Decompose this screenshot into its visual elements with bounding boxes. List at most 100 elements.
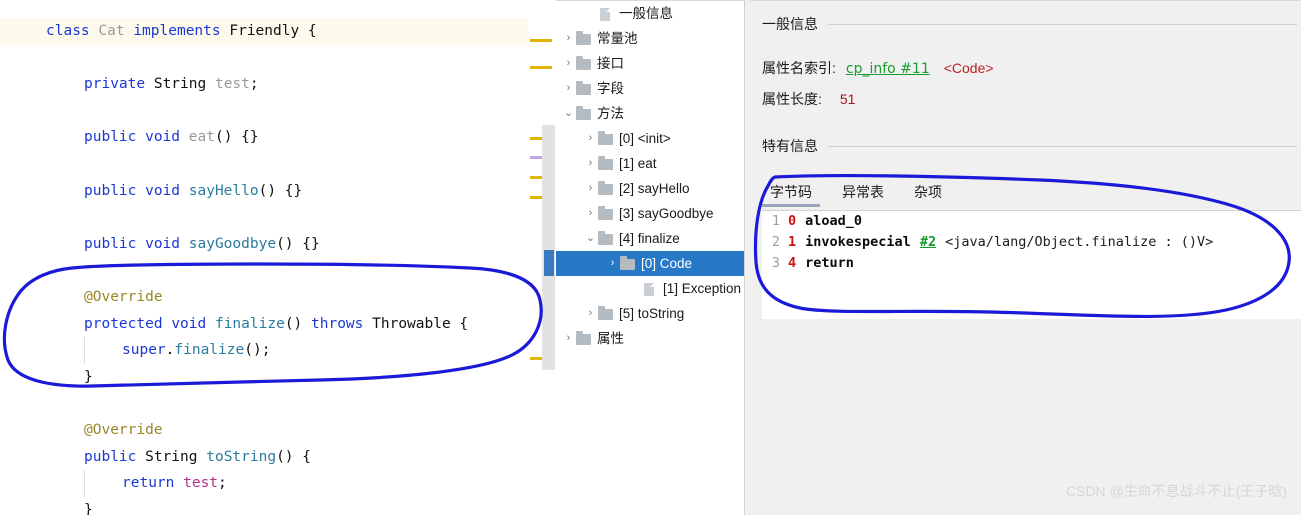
- folder-glyph: [620, 256, 635, 270]
- bytecode-line[interactable]: 1 0 aload_0: [762, 211, 1301, 232]
- chevron-right-icon[interactable]: ›: [584, 151, 597, 176]
- class-structure-tree[interactable]: 一般信息 › 常量池 › 接口 › 字段 ⌄ 方法 › [0] <init> › [1] eat › [2]…: [556, 0, 744, 516]
- chevron-right-icon[interactable]: ›: [562, 326, 575, 351]
- chevron-right-icon[interactable]: ›: [584, 301, 597, 326]
- chevron-right-icon[interactable]: ›: [562, 51, 575, 76]
- gutter-blue-marker[interactable]: [544, 250, 554, 276]
- folder-icon: [575, 331, 593, 346]
- tree-node[interactable]: › 属性: [556, 326, 744, 351]
- code-token: }: [84, 368, 93, 385]
- row-label: 属性长度:: [762, 91, 822, 107]
- tree-node[interactable]: › [3] sayGoodbye: [556, 201, 744, 226]
- code-line[interactable]: [0, 98, 528, 125]
- chevron-right-icon[interactable]: ›: [584, 176, 597, 201]
- bytecode-tab-bar[interactable]: 字节码 异常表 杂项: [762, 179, 1301, 207]
- code-token: (): [284, 315, 312, 332]
- bytecode-line[interactable]: 2 1 invokespecial #2 <java/lang/Object.final…: [762, 232, 1301, 253]
- tree-node[interactable]: ⌄ [4] finalize: [556, 226, 744, 251]
- code-line-text: private String test;: [0, 71, 259, 98]
- chevron-right-icon[interactable]: ›: [562, 26, 575, 51]
- folder-glyph: [598, 156, 613, 170]
- chevron-right-icon[interactable]: ›: [606, 251, 619, 276]
- code-token: @Override: [84, 289, 163, 305]
- editor-marker-strip[interactable]: [528, 0, 557, 515]
- gutter-mark-gold[interactable]: [530, 39, 552, 42]
- code-token: void: [145, 235, 189, 252]
- bytecode-tab[interactable]: 字节码: [762, 182, 820, 207]
- folder-icon: [575, 106, 593, 121]
- constant-pool-ref-link[interactable]: #2: [920, 232, 936, 253]
- tree-node-label: 一般信息: [619, 6, 673, 21]
- folder-glyph: [598, 181, 613, 195]
- indent-guide: [84, 337, 85, 364]
- gutter-mark-gold[interactable]: [530, 66, 552, 69]
- code-line-text: }: [0, 497, 93, 515]
- classfile-viewer-window: class Cat implements Friendly { private S…: [0, 0, 1301, 516]
- code-token: {: [450, 315, 469, 332]
- tree-node[interactable]: 一般信息: [556, 1, 744, 26]
- bytecode-offset: 1: [788, 234, 797, 250]
- folder-icon: [575, 81, 593, 96]
- code-line[interactable]: public void sayHello() {}: [0, 178, 528, 205]
- code-line[interactable]: @Override: [0, 284, 528, 311]
- tree-node[interactable]: › [2] sayHello: [556, 176, 744, 201]
- code-token: ;: [218, 475, 227, 492]
- code-line[interactable]: }: [0, 497, 528, 515]
- chevron-right-icon[interactable]: ›: [584, 126, 597, 151]
- code-line[interactable]: private String test;: [0, 71, 528, 98]
- code-token: sayHello: [188, 182, 259, 199]
- code-line[interactable]: super.finalize();: [0, 337, 528, 364]
- bytecode-line[interactable]: 3 4 return: [762, 253, 1301, 274]
- code-line[interactable]: }: [0, 364, 528, 391]
- tree-node[interactable]: › [0] Code: [556, 251, 744, 276]
- code-line[interactable]: [0, 390, 528, 417]
- code-line[interactable]: public String toString() {: [0, 444, 528, 471]
- section-header-specific-label: 特有信息: [762, 138, 818, 154]
- code-line-text: public void sayGoodbye() {}: [0, 231, 320, 258]
- java-source-editor[interactable]: class Cat implements Friendly { private S…: [0, 0, 528, 515]
- bytecode-listing[interactable]: 1 0 aload_0 2 1 invokespecial #2 <java/lang/Obj…: [762, 210, 1301, 319]
- tree-node[interactable]: › [0] <init>: [556, 126, 744, 151]
- editor-scrollbar-thumb[interactable]: [542, 125, 555, 370]
- code-line[interactable]: @Override: [0, 417, 528, 444]
- code-line-text: public void eat() {}: [0, 124, 259, 151]
- chevron-right-icon[interactable]: ›: [584, 201, 597, 226]
- indent-guide: [84, 470, 85, 497]
- tree-node-label: 常量池: [597, 31, 638, 46]
- folder-icon: [597, 231, 615, 246]
- code-line[interactable]: [0, 204, 528, 231]
- code-line[interactable]: public void sayGoodbye() {}: [0, 231, 528, 258]
- code-token: protected: [84, 315, 172, 332]
- tree-node[interactable]: › 字段: [556, 76, 744, 101]
- code-line[interactable]: return test;: [0, 470, 528, 497]
- code-line[interactable]: protected void finalize() throws Throwab…: [0, 311, 528, 338]
- document-icon: [641, 282, 659, 296]
- tree-node[interactable]: › [1] eat: [556, 151, 744, 176]
- code-token: () {}: [276, 235, 320, 252]
- chevron-down-icon[interactable]: ⌄: [562, 101, 575, 126]
- bytecode-line-number: 3: [771, 255, 780, 271]
- code-token: class: [46, 23, 99, 39]
- bytecode-tab[interactable]: 杂项: [906, 182, 950, 207]
- tree-node[interactable]: › 常量池: [556, 26, 744, 51]
- code-token: () {}: [214, 129, 259, 146]
- chevron-right-icon[interactable]: ›: [562, 76, 575, 101]
- bytecode-tab[interactable]: 异常表: [834, 182, 892, 207]
- tree-node[interactable]: [1] Exception: [556, 276, 744, 301]
- csdn-watermark: CSDN @生命不息战斗不止(王子晗): [1065, 483, 1287, 499]
- code-line[interactable]: [0, 45, 528, 72]
- code-line[interactable]: [0, 151, 528, 178]
- code-line-text: public String toString() {: [0, 444, 311, 471]
- code-line[interactable]: public void eat() {}: [0, 124, 528, 151]
- bytecode-line-number: 2: [771, 234, 780, 250]
- folder-glyph: [576, 106, 591, 120]
- tree-node[interactable]: › [5] toString: [556, 301, 744, 326]
- cp-info-link[interactable]: cp_info #11: [846, 61, 930, 77]
- tree-node[interactable]: › 接口: [556, 51, 744, 76]
- chevron-down-icon[interactable]: ⌄: [584, 226, 597, 251]
- tree-node-label: [1] eat: [619, 156, 657, 171]
- tree-node[interactable]: ⌄ 方法: [556, 101, 744, 126]
- code-line[interactable]: [0, 257, 528, 284]
- code-line[interactable]: class Cat implements Friendly {: [0, 18, 528, 45]
